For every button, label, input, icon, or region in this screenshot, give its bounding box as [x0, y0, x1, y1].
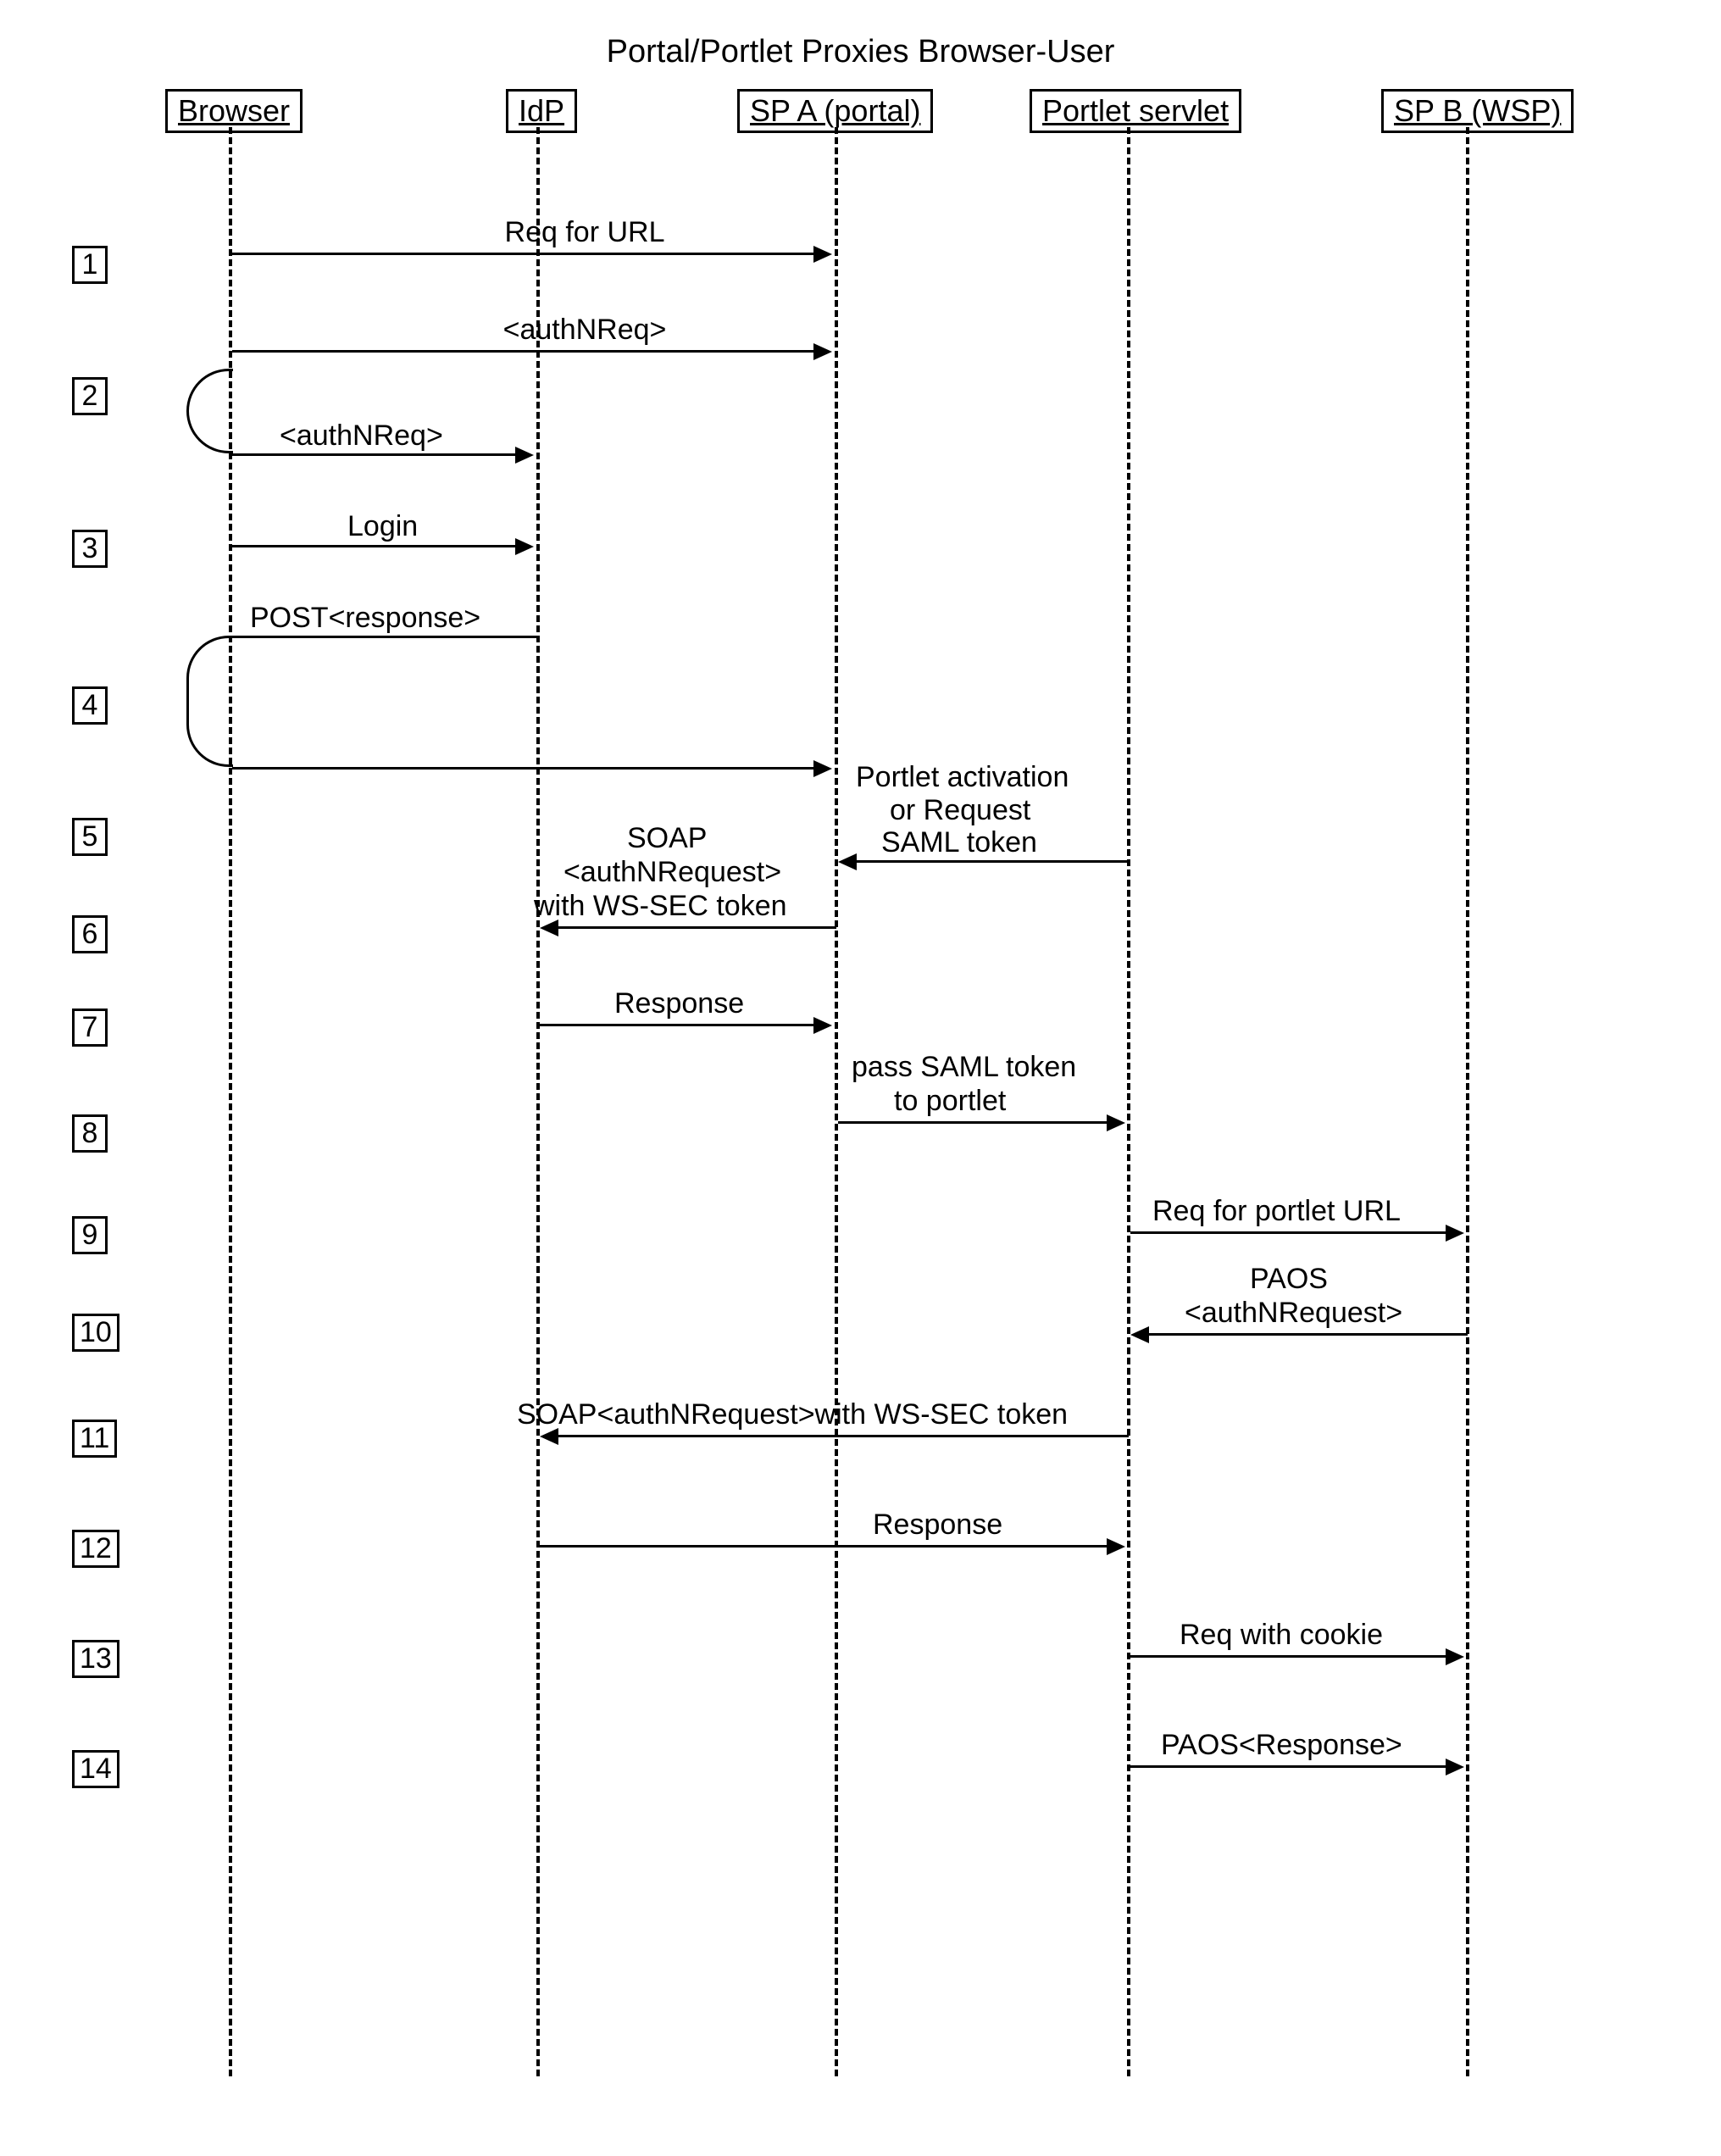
msg-1-label: Req for URL — [458, 216, 712, 249]
participant-portlet: Portlet servlet — [1030, 89, 1241, 133]
arrow-11-head — [540, 1428, 558, 1445]
lifeline-sp-a — [835, 127, 838, 2076]
arrow-2b-head — [515, 447, 534, 464]
step-14-label: 14 — [72, 1750, 119, 1788]
arrow-12 — [540, 1545, 1109, 1548]
step-12-label: 12 — [72, 1530, 119, 1568]
msg-9-label: Req for portlet URL — [1152, 1195, 1401, 1228]
msg-13-label: Req with cookie — [1180, 1619, 1383, 1652]
arrow-7-head — [813, 1017, 832, 1034]
arrow-8 — [838, 1121, 1109, 1124]
self-curve-2 — [186, 369, 233, 453]
lifeline-sp-b — [1466, 127, 1469, 2076]
arrow-13 — [1130, 1655, 1448, 1658]
step-10-label: 10 — [72, 1314, 119, 1352]
step-4-label: 4 — [72, 686, 108, 725]
step-5-label: 5 — [72, 818, 108, 856]
step-11-label: 11 — [72, 1420, 117, 1458]
lifeline-portlet — [1127, 127, 1130, 2076]
arrow-9-head — [1446, 1225, 1464, 1242]
msg-6c-label: with WS-SEC token — [534, 890, 787, 923]
arrow-13-head — [1446, 1648, 1464, 1665]
msg-3-label: Login — [347, 510, 418, 543]
msg-2b-label: <authNReq> — [280, 420, 443, 453]
lifeline-idp — [536, 127, 540, 2076]
msg-7-label: Response — [614, 987, 744, 1020]
arrow-9 — [1130, 1231, 1448, 1234]
arrow-2a — [232, 350, 816, 353]
diagram-title: Portal/Portlet Proxies Browser-User — [607, 34, 1115, 70]
msg-6b-label: <authNRequest> — [563, 856, 781, 889]
arrow-4a — [232, 636, 537, 638]
sequence-diagram: Portal/Portlet Proxies Browser-User Brow… — [34, 34, 1687, 2122]
arrow-5 — [856, 860, 1129, 863]
arrow-4 — [232, 767, 816, 770]
arrow-3 — [232, 545, 519, 547]
arrow-3-head — [515, 538, 534, 555]
arrow-1 — [232, 253, 816, 255]
arrow-14-head — [1446, 1759, 1464, 1775]
step-7-label: 7 — [72, 1009, 108, 1047]
step-9-label: 9 — [72, 1216, 108, 1254]
arrow-4-head — [813, 760, 832, 777]
msg-10b-label: <authNRequest> — [1185, 1297, 1402, 1330]
arrow-10 — [1148, 1333, 1468, 1336]
msg-2a-label: <authNReq> — [458, 314, 712, 347]
participant-sp-b: SP B (WSP) — [1381, 89, 1574, 133]
msg-11-label: SOAP<authNRequest>with WS-SEC token — [517, 1398, 1068, 1431]
arrow-14 — [1130, 1765, 1448, 1768]
msg-10a-label: PAOS — [1250, 1263, 1328, 1296]
arrow-10-head — [1130, 1326, 1149, 1343]
arrow-7 — [540, 1024, 816, 1026]
arrow-1-head — [813, 246, 832, 263]
msg-5c-label: SAML token — [881, 826, 1037, 859]
arrow-8-head — [1107, 1114, 1125, 1131]
msg-6a-label: SOAP — [627, 822, 707, 855]
step-3-label: 3 — [72, 530, 108, 568]
participant-idp: IdP — [506, 89, 577, 133]
msg-5b-label: or Request — [890, 794, 1030, 827]
arrow-6 — [558, 926, 836, 929]
msg-8b-label: to portlet — [894, 1085, 1006, 1118]
msg-4-label: POST<response> — [250, 602, 480, 635]
step-2-label: 2 — [72, 377, 108, 415]
arrow-11 — [558, 1435, 1129, 1437]
msg-12-label: Response — [873, 1509, 1002, 1542]
participant-browser: Browser — [165, 89, 303, 133]
arrow-12-head — [1107, 1538, 1125, 1555]
step-8-label: 8 — [72, 1114, 108, 1153]
arrow-2a-head — [813, 343, 832, 360]
arrow-6-head — [540, 920, 558, 936]
step-6-label: 6 — [72, 915, 108, 953]
msg-14-label: PAOS<Response> — [1161, 1729, 1402, 1762]
step-1-label: 1 — [72, 246, 108, 284]
msg-8a-label: pass SAML token — [852, 1051, 1076, 1084]
msg-5a-label: Portlet activation — [856, 761, 1069, 794]
self-curve-4 — [186, 636, 233, 767]
arrow-5-head — [838, 853, 857, 870]
step-13-label: 13 — [72, 1640, 119, 1678]
arrow-2b — [232, 453, 519, 456]
